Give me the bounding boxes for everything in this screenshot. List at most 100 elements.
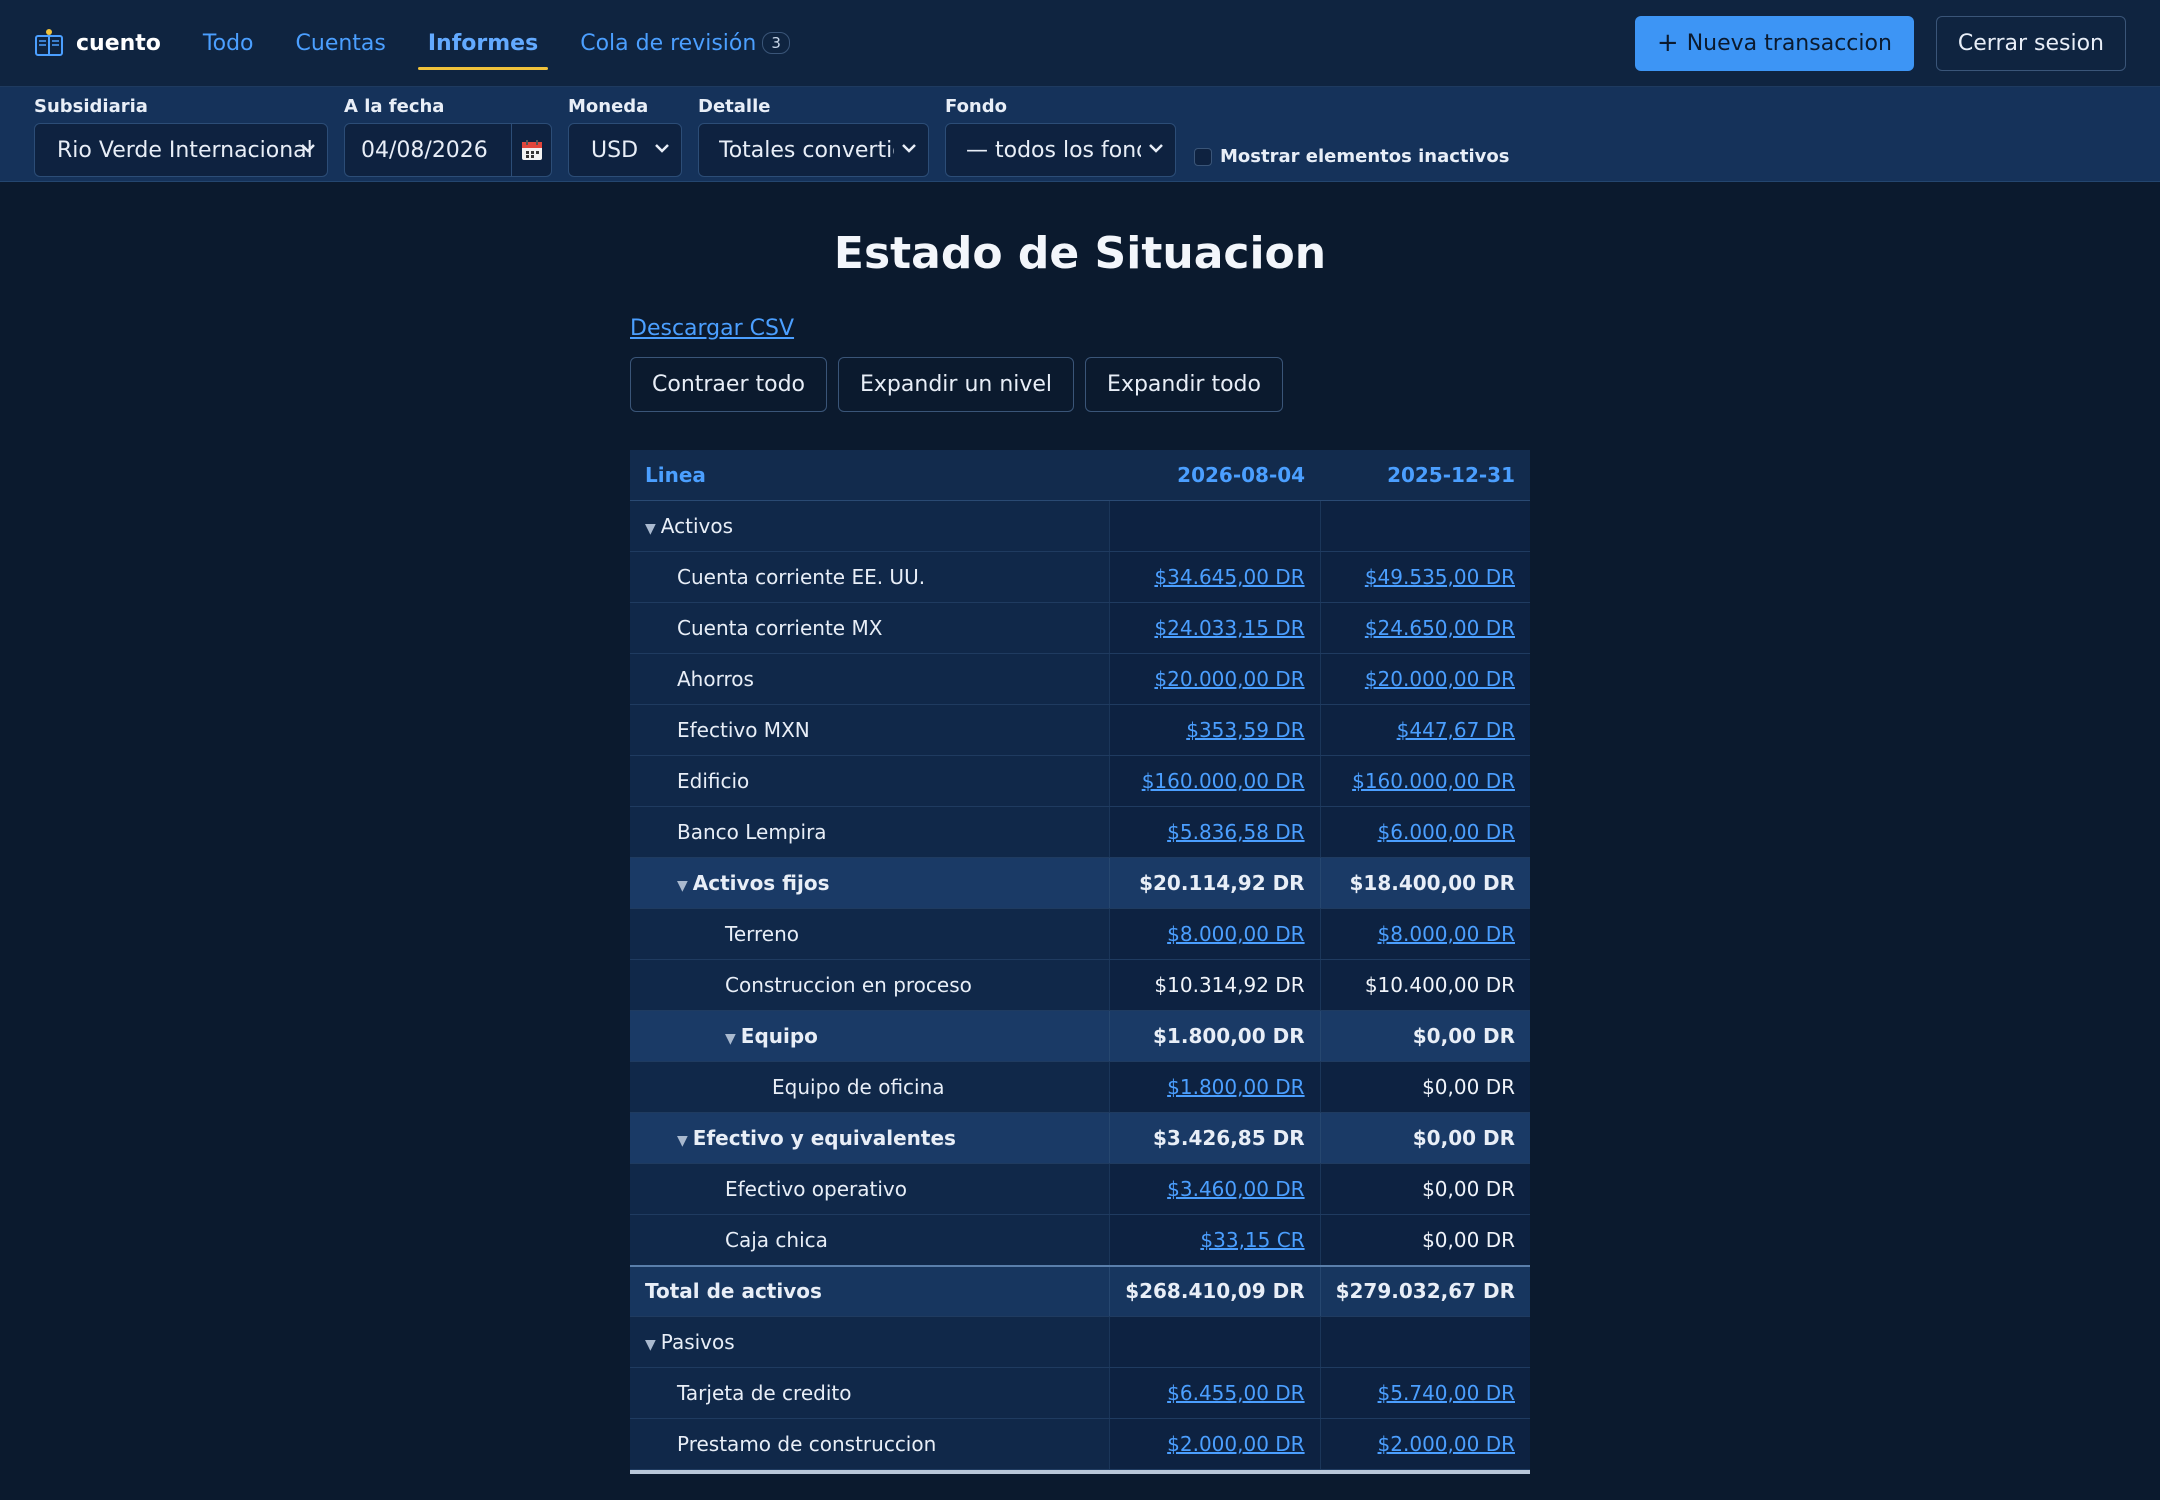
row-label: Cuenta corriente EE. UU.: [630, 551, 1110, 603]
logout-button[interactable]: Cerrar sesion: [1935, 15, 2126, 71]
currency-value: USD: [591, 137, 639, 163]
section-row-activos: ▼ Activos: [630, 500, 1530, 552]
row-value-2: $0,00 DR: [1319, 1061, 1530, 1113]
download-csv-link[interactable]: Descargar CSV: [630, 316, 1530, 341]
group-row-efectivo-equivalentes: ▼ Efectivo y equivalentes $3.426,85 DR $0…: [630, 1112, 1530, 1164]
table-row: Efectivo operativo $3.460,00 DR $0,00 DR: [630, 1163, 1530, 1215]
amount-link[interactable]: $2.000,00 DR: [1167, 1432, 1304, 1456]
amount-link[interactable]: $24.033,15 DR: [1154, 616, 1304, 640]
table-bottom-border: [630, 1470, 1530, 1474]
row-label-text: Activos: [660, 514, 733, 538]
brand-name: cuento: [76, 30, 161, 56]
balance-sheet-table: Linea 2026-08-04 2025-12-31 ▼ Activos Cue…: [630, 450, 1530, 1470]
total-row-activos: Total de activos $268.410,09 DR $279.032…: [630, 1264, 1530, 1317]
amount-link[interactable]: $160.000,00 DR: [1352, 769, 1515, 793]
amount-link[interactable]: $34.645,00 DR: [1154, 565, 1304, 589]
collapse-all-button[interactable]: Contraer todo: [630, 357, 828, 412]
amount-link[interactable]: $33,15 CR: [1200, 1228, 1304, 1252]
row-label: Ahorros: [630, 653, 1110, 705]
page-title: Estado de Situacion: [833, 228, 1327, 279]
table-row: Efectivo MXN $353,59 DR $447,67 DR: [630, 704, 1530, 756]
row-value-1: $160.000,00 DR: [1109, 755, 1321, 807]
row-value-1: $353,59 DR: [1109, 704, 1321, 756]
caret-down-icon[interactable]: ▼: [725, 1031, 736, 1047]
caret-down-icon[interactable]: ▼: [677, 878, 688, 894]
caret-down-icon[interactable]: ▼: [645, 1337, 656, 1353]
detail-label: Detalle: [698, 96, 771, 117]
row-label: Edificio: [630, 755, 1110, 807]
amount-link[interactable]: $447,67 DR: [1397, 718, 1515, 742]
col-header-date-1[interactable]: 2026-08-04: [1109, 450, 1321, 501]
nav-item-todo[interactable]: Todo: [193, 23, 264, 64]
nav-item-informes[interactable]: Informes: [417, 23, 549, 70]
review-count-badge: 3: [762, 31, 790, 54]
amount-link[interactable]: $6.455,00 DR: [1167, 1381, 1304, 1405]
table-row: Cuenta corriente EE. UU. $34.645,00 DR $…: [630, 551, 1530, 603]
nav-item-review-queue[interactable]: Cola de revisión 3: [570, 23, 800, 64]
expand-one-level-button[interactable]: Expandir un nivel: [838, 357, 1075, 412]
row-value-2: $20.000,00 DR: [1319, 653, 1530, 705]
calendar-icon[interactable]: [512, 123, 552, 177]
detail-value: Totales convertid: [719, 137, 894, 163]
new-transaction-label: Nueva transaccion: [1686, 30, 1892, 56]
group-value-2: $18.400,00 DR: [1319, 857, 1530, 909]
chevron-down-icon: [301, 144, 315, 153]
row-value-1: $10.314,92 DR: [1109, 959, 1321, 1011]
table-row: Ahorros $20.000,00 DR $20.000,00 DR: [630, 653, 1530, 705]
amount-link[interactable]: $160.000,00 DR: [1142, 769, 1305, 793]
detail-select[interactable]: Totales convertid: [698, 123, 929, 177]
row-value-1: [1109, 500, 1321, 552]
nav-item-cuentas[interactable]: Cuentas: [286, 23, 396, 64]
col-header-date-2[interactable]: 2025-12-31: [1320, 450, 1530, 501]
brand[interactable]: cuento: [34, 28, 161, 58]
new-transaction-button[interactable]: + Nueva transaccion: [1634, 15, 1914, 71]
col-header-line[interactable]: Linea: [630, 450, 1110, 501]
row-label: Efectivo MXN: [630, 704, 1110, 756]
amount-link[interactable]: $5.740,00 DR: [1378, 1381, 1515, 1405]
row-label: Terreno: [630, 908, 1110, 960]
plus-icon: +: [1656, 28, 1679, 58]
row-value-2: [1319, 500, 1530, 552]
group-label[interactable]: ▼ Activos fijos: [630, 857, 1110, 909]
group-row-equipo: ▼ Equipo $1.800,00 DR $0,00 DR: [630, 1010, 1530, 1062]
currency-select[interactable]: USD: [568, 123, 682, 177]
amount-link[interactable]: $49.535,00 DR: [1365, 565, 1515, 589]
group-label[interactable]: ▼ Efectivo y equivalentes: [630, 1112, 1110, 1164]
amount-link[interactable]: $20.000,00 DR: [1365, 667, 1515, 691]
total-label: Total de activos: [630, 1264, 1110, 1317]
expand-controls: Contraer todo Expandir un nivel Expandir…: [630, 357, 1530, 412]
subsidiary-select[interactable]: Rio Verde Internacional: [34, 123, 328, 177]
row-value-1: $20.000,00 DR: [1109, 653, 1321, 705]
table-row: Terreno $8.000,00 DR $8.000,00 DR: [630, 908, 1530, 960]
row-value-2: $24.650,00 DR: [1319, 602, 1530, 654]
row-value-1: $2.000,00 DR: [1109, 1418, 1321, 1470]
amount-link[interactable]: $8.000,00 DR: [1167, 922, 1304, 946]
amount-link[interactable]: $6.000,00 DR: [1378, 820, 1515, 844]
row-value-2: $0,00 DR: [1319, 1214, 1530, 1266]
row-label[interactable]: ▼ Activos: [630, 500, 1110, 552]
show-inactive-checkbox[interactable]: [1194, 147, 1212, 166]
row-value-2: $0,00 DR: [1319, 1163, 1530, 1215]
show-inactive-toggle[interactable]: Mostrar elementos inactivos: [1194, 146, 1509, 167]
date-input[interactable]: 04/08/2026: [344, 123, 512, 177]
amount-link[interactable]: $353,59 DR: [1186, 718, 1304, 742]
amount-link[interactable]: $20.000,00 DR: [1154, 667, 1304, 691]
group-label-text: Equipo: [740, 1024, 818, 1048]
currency-label: Moneda: [568, 96, 649, 117]
amount-link[interactable]: $1.800,00 DR: [1167, 1075, 1304, 1099]
amount-link[interactable]: $24.650,00 DR: [1365, 616, 1515, 640]
group-label[interactable]: ▼ Equipo: [630, 1010, 1110, 1062]
table-row: Equipo de oficina $1.800,00 DR $0,00 DR: [630, 1061, 1530, 1113]
amount-link[interactable]: $3.460,00 DR: [1167, 1177, 1304, 1201]
date-value: 04/08/2026: [361, 137, 488, 163]
caret-down-icon[interactable]: ▼: [677, 1133, 688, 1149]
expand-all-button[interactable]: Expandir todo: [1085, 357, 1283, 412]
row-label: Cuenta corriente MX: [630, 602, 1110, 654]
row-value-1: $1.800,00 DR: [1109, 1061, 1321, 1113]
amount-link[interactable]: $8.000,00 DR: [1378, 922, 1515, 946]
row-label[interactable]: ▼ Pasivos: [630, 1316, 1110, 1368]
amount-link[interactable]: $2.000,00 DR: [1378, 1432, 1515, 1456]
amount-link[interactable]: $5.836,58 DR: [1167, 820, 1304, 844]
caret-down-icon[interactable]: ▼: [645, 521, 656, 537]
fund-select[interactable]: — todos los fond: [945, 123, 1176, 177]
